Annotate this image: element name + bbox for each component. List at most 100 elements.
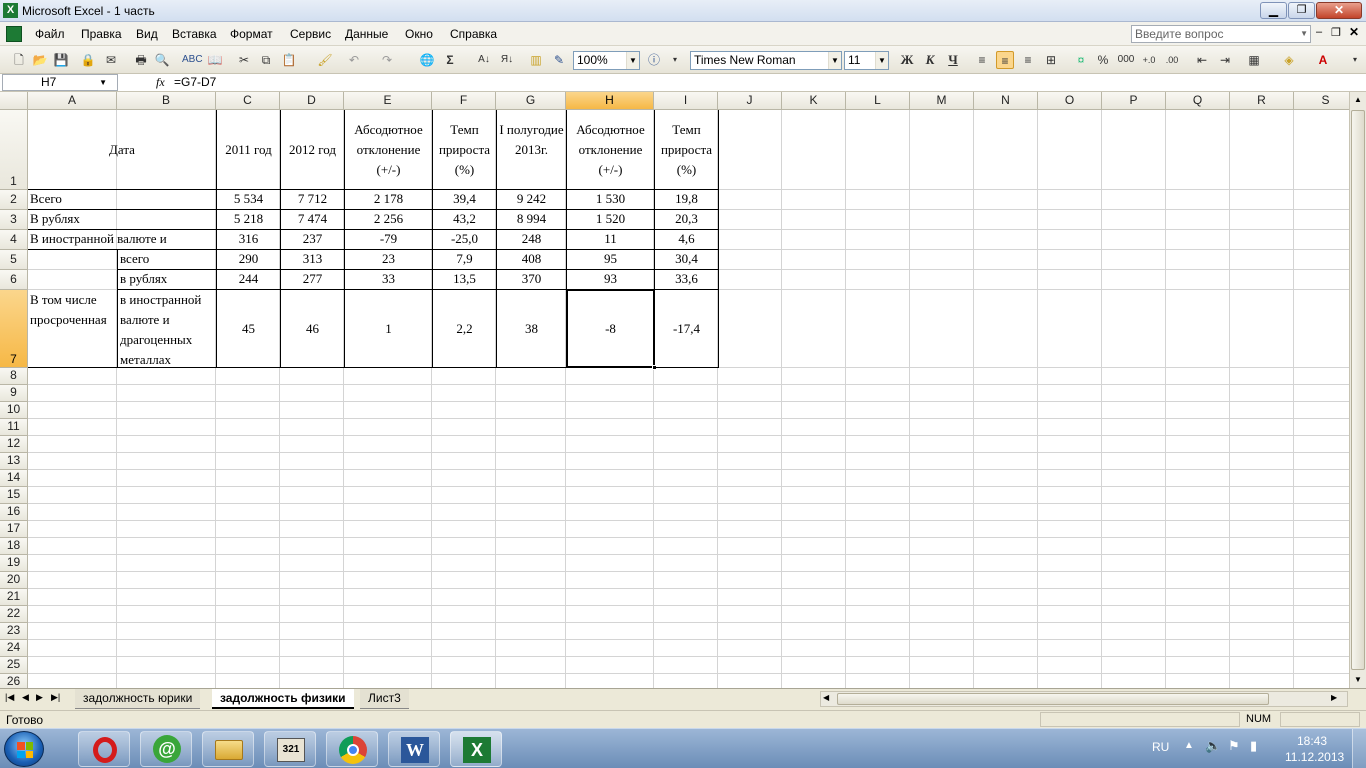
cell-i3[interactable]: 20,3 bbox=[655, 210, 719, 230]
menu-format[interactable]: Формат bbox=[230, 27, 273, 41]
cell-c5[interactable]: 290 bbox=[217, 250, 281, 270]
row-header-21[interactable]: 21 bbox=[0, 589, 28, 606]
column-header-s[interactable]: S bbox=[1294, 92, 1349, 110]
row-header-12[interactable]: 12 bbox=[0, 436, 28, 453]
taskbar-opera[interactable] bbox=[78, 731, 130, 767]
cell-f6[interactable]: 13,5 bbox=[433, 270, 497, 290]
function-icon[interactable]: fx bbox=[156, 75, 165, 90]
cell-i2[interactable]: 19,8 bbox=[655, 190, 719, 210]
volume-icon[interactable]: 🔈 bbox=[1205, 738, 1221, 754]
row-header-24[interactable]: 24 bbox=[0, 640, 28, 657]
cell-d2[interactable]: 7 712 bbox=[281, 190, 345, 210]
row-header-8[interactable]: 8 bbox=[0, 368, 28, 385]
language-indicator[interactable]: RU bbox=[1152, 740, 1169, 754]
sort-ascending-icon[interactable]: А↓ bbox=[475, 51, 493, 69]
clock-date[interactable]: 11.12.2013 bbox=[1285, 750, 1344, 764]
column-header-k[interactable]: K bbox=[782, 92, 846, 110]
row-header-2[interactable]: 2 bbox=[0, 190, 28, 210]
help-icon[interactable]: ⓘ bbox=[645, 51, 663, 69]
cell-d5[interactable]: 313 bbox=[281, 250, 345, 270]
cell-f4[interactable]: -25,0 bbox=[433, 230, 497, 250]
redo-icon[interactable]: ↷ bbox=[378, 51, 396, 69]
column-header-g[interactable]: G bbox=[496, 92, 566, 110]
row-header-9[interactable]: 9 bbox=[0, 385, 28, 402]
menu-view[interactable]: Вид bbox=[136, 27, 158, 41]
prev-sheet-icon[interactable]: ◀ bbox=[22, 692, 29, 703]
bold-button[interactable]: Ж bbox=[898, 51, 916, 69]
row-header-20[interactable]: 20 bbox=[0, 572, 28, 589]
chevron-down-icon[interactable]: ▼ bbox=[828, 52, 841, 69]
column-header-a[interactable]: A bbox=[28, 92, 117, 110]
cell-h5[interactable]: 95 bbox=[567, 250, 655, 270]
start-button[interactable] bbox=[4, 731, 44, 767]
vertical-scrollbar[interactable]: ▲ ▼ bbox=[1349, 92, 1366, 688]
label-including-overdue[interactable]: В том числе просроченная bbox=[28, 250, 118, 368]
column-header-c[interactable]: C bbox=[216, 92, 280, 110]
doc-restore-button[interactable]: ❐ bbox=[1331, 26, 1341, 39]
label-overdue-foreign[interactable]: в иностранной валюте и драгоценных метал… bbox=[118, 290, 217, 368]
column-header-h[interactable]: H bbox=[566, 92, 654, 110]
label-overdue-rubles[interactable]: в рублях bbox=[118, 270, 217, 290]
cell-i7[interactable]: -17,4 bbox=[655, 290, 719, 368]
cell-c7[interactable]: 45 bbox=[217, 290, 281, 368]
font-color-icon[interactable]: A bbox=[1314, 51, 1332, 69]
undo-icon[interactable]: ↶ bbox=[345, 51, 363, 69]
header-growth-2[interactable]: Темп прироста (%) bbox=[655, 110, 719, 190]
row-header-7[interactable]: 7 bbox=[0, 290, 28, 368]
row-header-11[interactable]: 11 bbox=[0, 419, 28, 436]
row-header-4[interactable]: 4 bbox=[0, 230, 28, 250]
header-2011[interactable]: 2011 год bbox=[217, 110, 281, 190]
decrease-decimal-icon[interactable]: .00 bbox=[1163, 51, 1181, 69]
scroll-up-button[interactable]: ▲ bbox=[1350, 92, 1366, 108]
cell-e3[interactable]: 2 256 bbox=[345, 210, 433, 230]
clock-time[interactable]: 18:43 bbox=[1297, 734, 1327, 748]
row-header-23[interactable]: 23 bbox=[0, 623, 28, 640]
taskbar-total-commander[interactable]: 321 bbox=[264, 731, 316, 767]
decrease-indent-icon[interactable]: ⇤ bbox=[1193, 51, 1211, 69]
tab-list3[interactable]: Лист3 bbox=[360, 689, 409, 709]
zoom-select[interactable]: 100% ▼ bbox=[573, 51, 640, 70]
chevron-down-icon[interactable]: ▼ bbox=[626, 52, 639, 69]
cut-icon[interactable]: ✂ bbox=[235, 51, 253, 69]
label-rubles[interactable]: В рублях bbox=[28, 210, 217, 230]
cell-i5[interactable]: 30,4 bbox=[655, 250, 719, 270]
first-sheet-icon[interactable]: |◀ bbox=[5, 692, 14, 703]
scroll-right-button[interactable]: ▶ bbox=[1331, 693, 1337, 702]
menu-tools[interactable]: Сервис bbox=[290, 27, 331, 41]
cell-e7[interactable]: 1 bbox=[345, 290, 433, 368]
header-growth-1[interactable]: Темп прироста (%) bbox=[433, 110, 497, 190]
row-header-16[interactable]: 16 bbox=[0, 504, 28, 521]
spelling-icon[interactable]: ABC bbox=[182, 51, 203, 69]
print-icon[interactable]: 🖶 bbox=[132, 51, 150, 69]
show-desktop-button[interactable] bbox=[1352, 729, 1366, 768]
row-header-18[interactable]: 18 bbox=[0, 538, 28, 555]
cell-e4[interactable]: -79 bbox=[345, 230, 433, 250]
action-center-icon[interactable]: ⚑ bbox=[1228, 738, 1240, 754]
cell-h6[interactable]: 93 bbox=[567, 270, 655, 290]
row-header-10[interactable]: 10 bbox=[0, 402, 28, 419]
cell-g3[interactable]: 8 994 bbox=[497, 210, 567, 230]
cell-i6[interactable]: 33,6 bbox=[655, 270, 719, 290]
horizontal-scrollbar[interactable]: ◀ ▶ bbox=[820, 691, 1348, 707]
cell-c4[interactable]: 316 bbox=[217, 230, 281, 250]
cell-d4[interactable]: 237 bbox=[281, 230, 345, 250]
show-hidden-icons[interactable]: ▲ bbox=[1184, 740, 1194, 751]
menu-insert[interactable]: Вставка bbox=[172, 27, 217, 41]
label-foreign[interactable]: В иностранной валюте и bbox=[28, 230, 217, 250]
hyperlink-icon[interactable]: 🌐 bbox=[418, 51, 436, 69]
header-abs-dev-1[interactable]: Абсодютное отклонение (+/-) bbox=[345, 110, 433, 190]
borders-icon[interactable]: ▦ bbox=[1245, 51, 1263, 69]
taskbar-chrome[interactable] bbox=[326, 731, 378, 767]
row-header-14[interactable]: 14 bbox=[0, 470, 28, 487]
row-header-3[interactable]: 3 bbox=[0, 210, 28, 230]
menu-window[interactable]: Окно bbox=[405, 27, 433, 41]
cell-c6[interactable]: 244 bbox=[217, 270, 281, 290]
toolbar-options-icon[interactable]: ▾ bbox=[666, 51, 684, 69]
currency-icon[interactable]: ¤ bbox=[1072, 51, 1090, 69]
column-header-i[interactable]: I bbox=[654, 92, 718, 110]
network-icon[interactable]: ▮ bbox=[1250, 738, 1257, 754]
cell-d3[interactable]: 7 474 bbox=[281, 210, 345, 230]
cell-e5[interactable]: 23 bbox=[345, 250, 433, 270]
tab-fiziki[interactable]: задолжность физики bbox=[212, 689, 354, 709]
column-header-j[interactable]: J bbox=[718, 92, 782, 110]
